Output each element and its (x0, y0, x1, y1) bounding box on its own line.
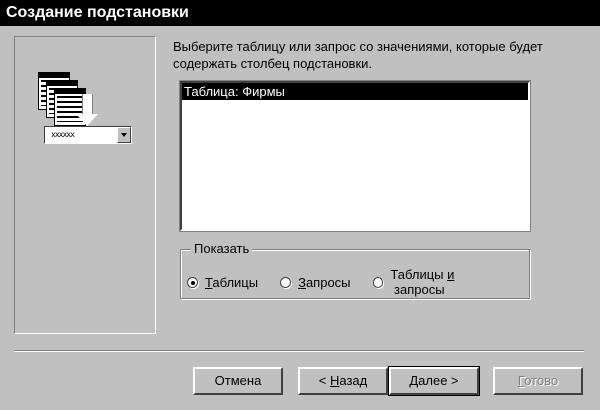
radio-circle-icon[interactable] (372, 276, 384, 288)
chevron-down-icon (117, 127, 131, 143)
button-divider (14, 350, 584, 352)
radio-queries[interactable]: Запросы (280, 274, 351, 290)
show-radio-group: Таблицы Запросы Таблицы и запросы (187, 267, 529, 297)
radio-circle-icon[interactable] (187, 276, 198, 288)
radio-queries-label: Запросы (298, 274, 351, 290)
show-group-legend: Показать (191, 241, 253, 257)
radio-tables-label: Таблицы (205, 274, 259, 290)
finish-button[interactable]: Готово (493, 367, 583, 395)
combo-sample-text: xxxxxx (51, 130, 75, 139)
lookup-wizard-window: Создание подстановки xxxxxx Выберите таб… (0, 0, 600, 410)
cancel-button[interactable]: Отмена (193, 367, 283, 395)
arrow-down-icon (82, 94, 93, 115)
next-button[interactable]: Далее > (388, 366, 480, 396)
title-bar: Создание подстановки (0, 0, 600, 26)
radio-tables-and-queries[interactable]: Таблицы и запросы (372, 267, 507, 297)
instruction-text: Выберите таблицу или запрос со значениям… (173, 39, 543, 71)
table-query-listbox[interactable]: Таблица: Фирмы (179, 80, 531, 232)
radio-both-label: Таблицы и запросы (390, 267, 455, 297)
arrow-down-icon-head (76, 114, 98, 126)
list-item[interactable]: Таблица: Фирмы (182, 83, 528, 100)
window-title: Создание подстановки (6, 4, 189, 21)
combo-box-icon: xxxxxx (44, 126, 132, 144)
show-groupbox: Показать Таблицы Запросы Таблицы и запро… (180, 241, 530, 299)
radio-circle-icon[interactable] (280, 276, 292, 288)
back-button[interactable]: < Назад (298, 367, 388, 395)
radio-tables[interactable]: Таблицы (187, 275, 258, 290)
